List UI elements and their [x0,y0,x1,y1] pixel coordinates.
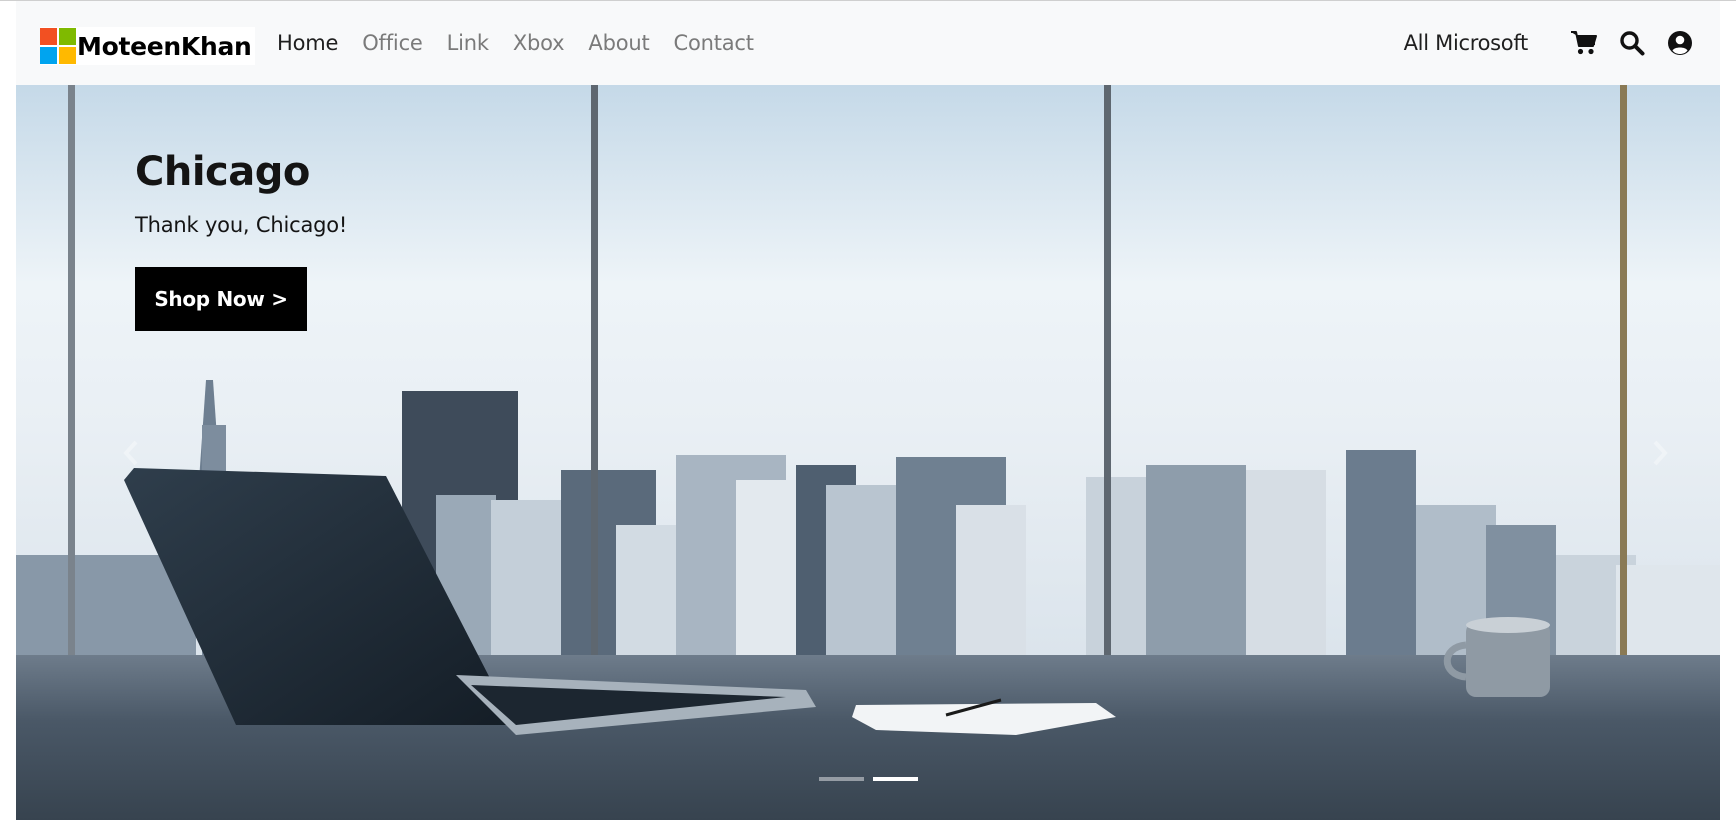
nav-link-link[interactable]: Link [447,31,489,55]
cart-icon[interactable] [1570,29,1598,57]
nav-right: All Microsoft [1404,1,1694,85]
all-microsoft-link[interactable]: All Microsoft [1404,31,1529,55]
nav-link-about[interactable]: About [588,31,649,55]
nav-link-contact[interactable]: Contact [674,31,755,55]
carousel-indicator-1[interactable] [819,777,864,781]
nav-link-xbox[interactable]: Xbox [513,31,565,55]
carousel-indicator-2[interactable] [873,777,918,781]
brand-name: MoteenKhan [77,31,252,61]
chevron-right-icon [1653,440,1668,465]
shop-now-button[interactable]: Shop Now > [135,267,307,331]
user-icon[interactable] [1666,29,1694,57]
hero-caption: Chicago Thank you, Chicago! Shop Now > [135,149,347,331]
hero-title: Chicago [135,149,310,195]
carousel-indicators [819,777,918,781]
nav-link-office[interactable]: Office [362,31,423,55]
chevron-left-icon [123,440,138,465]
microsoft-logo-icon [40,27,76,65]
search-icon[interactable] [1618,29,1646,57]
hero-carousel: Chicago Thank you, Chicago! Shop Now > [16,85,1720,820]
nav-link-home[interactable]: Home [277,31,338,55]
hero-text: Thank you, Chicago! [135,213,348,237]
brand-logo-link[interactable]: MoteenKhan [40,27,255,65]
navbar: MoteenKhan Home Office Link Xbox About C… [16,1,1720,85]
nav-links: Home Office Link Xbox About Contact [277,1,778,85]
carousel-next-control[interactable] [1600,85,1720,820]
